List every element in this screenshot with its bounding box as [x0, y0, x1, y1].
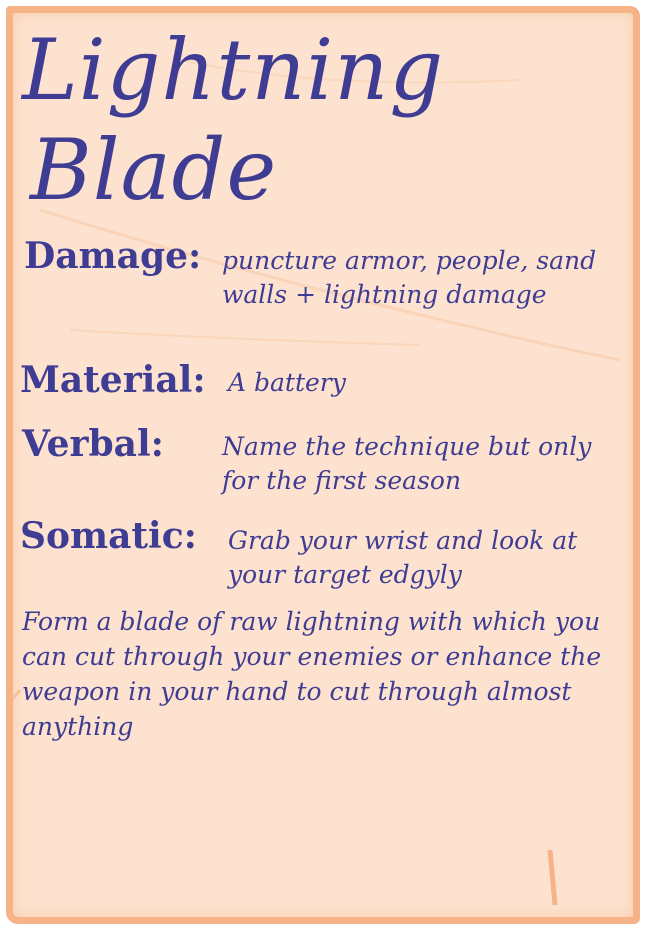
somatic-label: Somatic: — [20, 515, 197, 557]
damage-label: Damage: — [24, 235, 202, 277]
spell-title-line-2: Blade — [30, 121, 278, 219]
damage-value: puncture armor, people, sand walls + lig… — [222, 246, 597, 309]
spell-description: Form a blade of raw lightning with which… — [22, 607, 602, 741]
material-label: Material: — [20, 359, 206, 401]
verbal-label: Verbal: — [22, 423, 164, 465]
somatic-value: Grab your wrist and look at your target … — [228, 526, 578, 589]
material-value: A battery — [228, 368, 346, 397]
verbal-value: Name the technique but only for the firs… — [222, 432, 592, 495]
spell-title-line-1: Lightning — [22, 21, 445, 119]
